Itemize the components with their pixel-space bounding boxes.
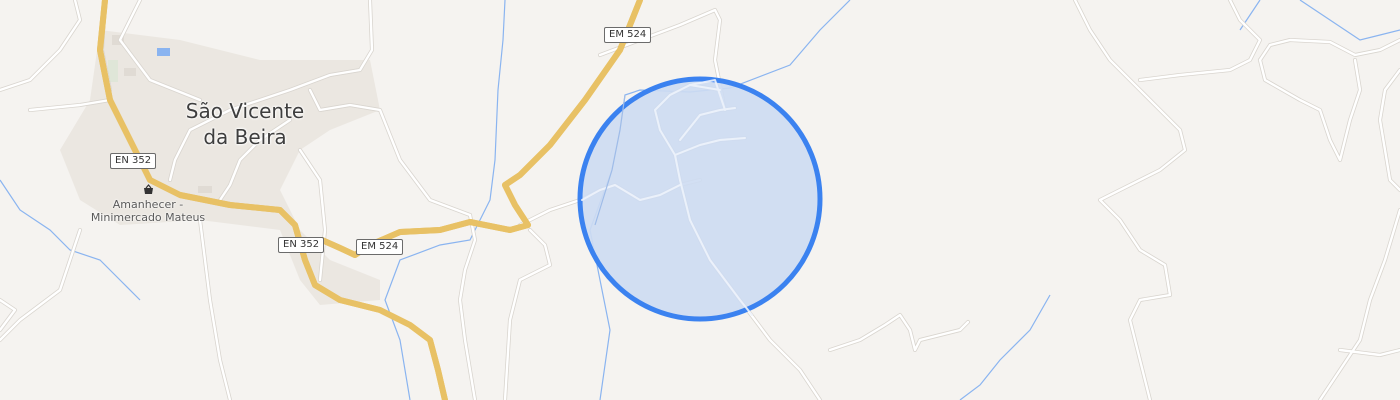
road-segment xyxy=(1318,208,1400,400)
stream xyxy=(1299,0,1400,41)
poi-name-line1: Amanhecer - xyxy=(112,198,184,211)
minor-road xyxy=(1318,208,1400,400)
minor-road xyxy=(458,213,477,400)
road-segment xyxy=(0,228,82,342)
road-segment xyxy=(198,218,232,400)
poi-name-line2: Minimercado Mateus xyxy=(90,211,206,224)
minor-road xyxy=(1138,0,1262,82)
road-shield-en352[interactable]: EN 352 xyxy=(278,237,325,253)
building xyxy=(198,186,212,193)
road-segment xyxy=(0,0,82,92)
minor-road xyxy=(1258,58,1362,162)
minor-road xyxy=(0,228,82,342)
poi-label: Amanhecer - Minimercado Mateus xyxy=(86,198,210,224)
road-segment xyxy=(1073,0,1187,400)
road-segment xyxy=(503,228,552,400)
minor-road xyxy=(1073,0,1187,400)
map-canvas[interactable]: São Vicente da Beira EM 524 EM 524 EN 35… xyxy=(0,0,1400,400)
road-shield-em524[interactable]: EM 524 xyxy=(604,27,652,43)
stream xyxy=(959,294,1051,400)
shopping-basket-icon xyxy=(144,184,153,194)
map-layer xyxy=(0,0,1400,400)
road-segment xyxy=(308,88,472,217)
minor-road xyxy=(0,0,82,92)
building xyxy=(124,68,136,76)
road-segment xyxy=(1138,0,1262,82)
road-shield-en352[interactable]: EN 352 xyxy=(110,153,157,169)
road-shield-em524[interactable]: EM 524 xyxy=(356,239,404,255)
town-name-line1: São Vicente xyxy=(185,99,305,123)
minor-road xyxy=(1378,68,1400,192)
stream xyxy=(384,0,506,400)
road-segment xyxy=(1258,38,1400,62)
pool xyxy=(157,48,170,56)
town-name-line2: da Beira xyxy=(203,125,287,149)
town-label: São Vicente da Beira xyxy=(170,98,320,150)
